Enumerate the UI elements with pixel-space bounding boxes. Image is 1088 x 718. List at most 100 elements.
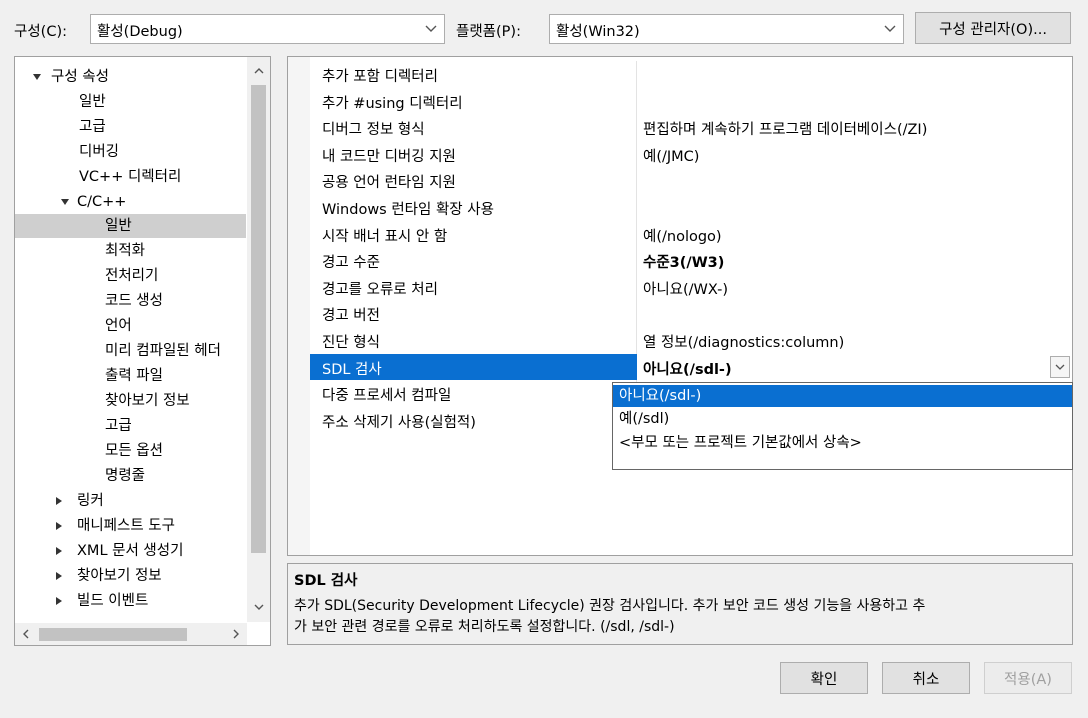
tree-label: 찾아보기 정보 (77, 568, 162, 584)
property-name: 추가 포함 디렉터리 (322, 69, 438, 85)
grid-row[interactable]: 시작 배너 표시 안 함 예(/nologo) (310, 220, 1072, 248)
description-panel: SDL 검사 추가 SDL(Security Development Lifec… (287, 563, 1073, 645)
scroll-down-icon[interactable] (247, 597, 270, 617)
property-name: SDL 검사 (322, 361, 382, 378)
property-value: 아니요(/sdl-) (643, 361, 732, 378)
tree-item-cpp-preprocessor[interactable]: 전처리기 (105, 264, 158, 288)
property-name: 공용 언어 런타임 지원 (322, 175, 456, 192)
chevron-down-icon[interactable] (1050, 355, 1070, 378)
property-name: 주소 삭제기 사용(실험적) (322, 414, 476, 431)
grid-row[interactable]: 추가 #using 디렉터리 (310, 87, 1072, 115)
property-name: 경고 수준 (322, 255, 380, 272)
property-name: 내 코드만 디버깅 지원 (322, 148, 456, 165)
collapsed-icon (56, 547, 62, 555)
grid-row[interactable]: 경고 버전 (310, 300, 1072, 327)
chevron-down-icon (418, 15, 444, 43)
tree-item-cpp-general[interactable]: 일반 (15, 214, 246, 238)
property-name: 추가 #using 디렉터리 (322, 95, 463, 112)
cancel-button[interactable]: 취소 (882, 662, 970, 694)
column-separator (636, 247, 637, 274)
vertical-scrollbar[interactable] (247, 57, 270, 622)
tree-label: 빌드 이벤트 (77, 593, 149, 609)
property-value-editor[interactable]: 아니요(/sdl-) (637, 353, 1072, 381)
tree-item-cpp-output[interactable]: 출력 파일 (105, 364, 163, 388)
column-separator (636, 167, 637, 194)
scroll-right-icon[interactable] (227, 625, 245, 643)
property-tree: 구성 속성 일반 고급 디버깅 VC++ 디렉터리 C/C++ 일반 최적화 전… (14, 56, 271, 646)
property-name: Windows 런타임 확장 사용 (322, 202, 494, 218)
description-line-2: 가 보안 관련 경로를 오류로 처리하도록 설정합니다. (/sdl, /sdl… (294, 619, 675, 635)
tree-item-cpp-codegen[interactable]: 코드 생성 (105, 289, 163, 313)
platform-combo[interactable]: 활성(Win32) (549, 14, 904, 44)
column-separator (636, 114, 637, 141)
column-separator (636, 300, 637, 327)
config-combo[interactable]: 활성(Debug) (90, 14, 445, 44)
property-value: 예(/JMC) (643, 148, 700, 165)
collapsed-icon (56, 597, 62, 605)
property-value: 예(/nologo) (643, 228, 722, 245)
config-manager-button[interactable]: 구성 관리자(O)... (915, 12, 1071, 44)
platform-value: 활성(Win32) (556, 24, 640, 40)
tree-item-cpp-advanced[interactable]: 고급 (105, 414, 132, 438)
tree-item-cpp[interactable]: C/C++ (15, 190, 245, 214)
grid-gutter (288, 57, 310, 555)
property-name: 다중 프로세서 컴파일 (322, 388, 452, 405)
column-separator (636, 140, 637, 168)
grid-row[interactable]: Windows 런타임 확장 사용 (310, 194, 1072, 221)
horizontal-scrollbar[interactable] (15, 623, 247, 645)
collapsed-icon (56, 497, 62, 505)
description-title: SDL 검사 (294, 573, 358, 589)
tree-label: C/C++ (77, 194, 127, 210)
property-name: 진단 형식 (322, 335, 380, 351)
grid-row[interactable]: 진단 형식 열 정보(/diagnostics:column) (310, 327, 1072, 354)
tree-item-cpp-pch[interactable]: 미리 컴파일된 헤더 (105, 339, 221, 363)
scroll-left-icon[interactable] (17, 625, 35, 643)
tree-label: 구성 속성 (51, 69, 109, 85)
tree-label: 매니페스트 도구 (77, 518, 175, 534)
column-separator (636, 61, 637, 88)
property-name: 시작 배너 표시 안 함 (322, 228, 448, 245)
tree-item-vc-dirs[interactable]: VC++ 디렉터리 (79, 165, 181, 189)
property-name: 경고 버전 (322, 308, 380, 325)
collapsed-icon (56, 572, 62, 580)
description-line-1: 추가 SDL(Security Development Lifecycle) 권… (294, 598, 926, 614)
config-label: 구성(C): (14, 24, 68, 40)
tree-item-general[interactable]: 일반 (79, 90, 106, 114)
grid-row[interactable]: 디버그 정보 형식 편집하며 계속하기 프로그램 데이터베이스(/ZI) (310, 114, 1072, 141)
dropdown-option-yes[interactable]: 예(/sdl) (613, 408, 1072, 430)
grid-row[interactable]: 공용 언어 런타임 지원 (310, 167, 1072, 194)
property-value: 수준3(/W3) (643, 255, 725, 272)
tree-item-advanced[interactable]: 고급 (79, 115, 106, 139)
sdl-dropdown-list: 아니요(/sdl-) 예(/sdl) <부모 또는 프로젝트 기본값에서 상속> (612, 382, 1073, 470)
tree-item-cpp-all[interactable]: 모든 옵션 (105, 439, 163, 463)
tree-item-cpp-cmdline[interactable]: 명령줄 (105, 464, 145, 488)
column-separator (636, 273, 637, 301)
scroll-thumb[interactable] (39, 628, 187, 641)
tree-item-cpp-optimization[interactable]: 최적화 (105, 239, 145, 263)
ok-button[interactable]: 확인 (780, 662, 868, 694)
column-separator (636, 87, 637, 115)
column-separator (636, 327, 637, 354)
grid-row[interactable]: 추가 포함 디렉터리 (310, 61, 1072, 88)
grid-row[interactable]: 내 코드만 디버깅 지원 예(/JMC) (310, 140, 1072, 168)
grid-row[interactable]: 경고 수준 수준3(/W3) (310, 247, 1072, 274)
grid-row-selected[interactable]: SDL 검사 아니요(/sdl-) (310, 353, 1072, 381)
tree-item-debugging[interactable]: 디버깅 (79, 140, 119, 164)
scroll-up-icon[interactable] (247, 61, 270, 81)
grid-row[interactable]: 경고를 오류로 처리 아니요(/WX-) (310, 273, 1072, 301)
scroll-thumb[interactable] (251, 85, 266, 553)
column-separator (636, 220, 637, 248)
platform-label: 플랫폼(P): (456, 24, 521, 40)
expand-icon (33, 74, 41, 80)
config-value: 활성(Debug) (97, 24, 183, 40)
dropdown-option-no[interactable]: 아니요(/sdl-) (613, 385, 1072, 407)
property-grid: 추가 포함 디렉터리 추가 #using 디렉터리 디버그 정보 형식 편집하며… (287, 56, 1073, 556)
dropdown-option-inherit[interactable]: <부모 또는 프로젝트 기본값에서 상속> (613, 432, 1072, 454)
property-name: 경고를 오류로 처리 (322, 281, 438, 298)
chevron-down-icon (877, 15, 903, 43)
apply-button[interactable]: 적용(A) (984, 662, 1072, 694)
tree-item-cpp-browse[interactable]: 찾아보기 정보 (105, 389, 190, 413)
property-value: 편집하며 계속하기 프로그램 데이터베이스(/ZI) (643, 122, 928, 139)
tree-item-cpp-language[interactable]: 언어 (105, 314, 132, 338)
property-value: 아니요(/WX-) (643, 281, 728, 298)
